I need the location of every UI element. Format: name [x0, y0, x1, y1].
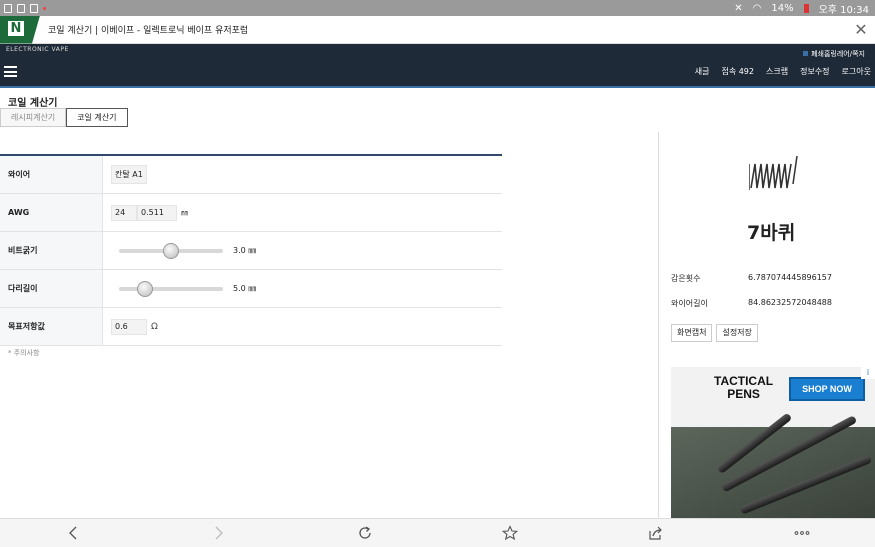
target-row: 목표저항값 0.6 Ω [0, 308, 502, 346]
notification-icon [4, 3, 12, 13]
share-icon[interactable] [583, 525, 729, 541]
close-icon[interactable]: ✕ [847, 20, 875, 39]
wire-length-stat: 와이어길이 84.86232572048488 [671, 298, 832, 309]
caution-note[interactable]: * 주의사항 [8, 348, 40, 358]
target-label: 목표저항값 [0, 308, 103, 345]
reload-icon[interactable] [292, 525, 438, 541]
ad-title-line2: PENS [727, 387, 760, 401]
awg-gauge-input[interactable]: 24 [111, 204, 137, 221]
battery-text: 14% [771, 2, 794, 14]
wire-row: 와이어 칸탈 A1 [0, 156, 502, 194]
leg-row: 다리길이 5.0 ㎜ [0, 270, 502, 308]
clock: 오후 10:34 [818, 4, 869, 16]
menu-icon[interactable] [4, 66, 17, 77]
save-settings-button[interactable]: 설정저장 [716, 324, 758, 342]
wire-length-value: 84.86232572048488 [748, 298, 832, 307]
menu-profile[interactable]: 정보수정 [800, 66, 829, 77]
browser-bottom-bar [0, 518, 875, 547]
more-icon[interactable] [729, 530, 875, 536]
awg-unit: ㎜ [181, 208, 188, 217]
wire-select[interactable]: 칸탈 A1 [111, 165, 147, 184]
awg-label: AWG [0, 194, 103, 231]
result-buttons: 화면캡처 설정저장 [671, 324, 758, 342]
tab-title: 코일 계산기 | 이베이프 - 일렉트로닉 베이프 유저포럼 [48, 26, 249, 36]
awg-diameter-input[interactable]: 0.511 [137, 204, 177, 221]
coil-icon [749, 155, 798, 190]
leg-value: 5.0 ㎜ [233, 284, 257, 293]
wifi-icon: ◠ [752, 2, 762, 14]
menu-logout[interactable]: 로그아웃 [842, 66, 871, 77]
menu-online[interactable]: 접속 492 [721, 66, 754, 77]
calculator-tabs: 레시피계산기 코일 계산기 [0, 108, 128, 127]
notification-icon [30, 3, 38, 13]
main-content: 코일 계산기 레시피계산기 코일 계산기 와이어 칸탈 A1 AWG 24 0.… [0, 86, 875, 518]
slider-thumb[interactable] [163, 242, 179, 259]
ad-shop-now-button[interactable]: SHOP NOW [789, 377, 865, 401]
slider-thumb[interactable] [136, 280, 153, 297]
coil-wraps-result: 7바퀴 [747, 222, 796, 244]
header-divider [0, 86, 875, 88]
star-icon[interactable] [437, 525, 583, 541]
tab-recipe-calculator[interactable]: 레시피계산기 [0, 108, 67, 127]
page-title: 코일 계산기 [8, 98, 58, 109]
status-bar: ✕ ◠ 14% 오후 10:34 [0, 0, 875, 16]
site-header: ELECTRONIC VAPE 폐쇄홈링레어/쪽지 새글 접속 492 스크랩 … [0, 44, 875, 86]
site-logo: N [0, 15, 40, 44]
notification-icons [0, 3, 46, 13]
notice-link[interactable]: 폐쇄홈링레어/쪽지 [803, 49, 865, 59]
browser-tab-bar: N 코일 계산기 | 이베이프 - 일렉트로닉 베이프 유저포럼 ✕ [0, 15, 875, 44]
rod-slider[interactable] [119, 242, 223, 260]
ohm-unit: Ω [151, 321, 158, 332]
top-menu: 새글 접속 492 스크랩 정보수정 로그아웃 [695, 66, 871, 77]
rod-row: 비트굵기 3.0 ㎜ [0, 232, 502, 270]
back-icon[interactable] [0, 526, 146, 540]
menu-new-posts[interactable]: 새글 [695, 66, 710, 77]
wraps-label: 감은횟수 [671, 274, 701, 283]
wire-label: 와이어 [0, 156, 103, 193]
ad-banner[interactable]: TACTICAL PENS SHOP NOW i [671, 367, 875, 518]
brand-text: ELECTRONIC VAPE [6, 46, 69, 53]
wire-length-label: 와이어길이 [671, 299, 708, 308]
ad-title: TACTICAL PENS [714, 375, 773, 401]
notification-icon [17, 3, 25, 13]
notification-dot-icon [43, 6, 46, 10]
target-resistance-input[interactable]: 0.6 [111, 318, 147, 335]
menu-scrap[interactable]: 스크랩 [766, 66, 788, 77]
forward-icon[interactable] [146, 526, 292, 540]
rod-value: 3.0 ㎜ [233, 246, 257, 255]
rod-label: 비트굵기 [0, 232, 103, 269]
leg-label: 다리길이 [0, 270, 103, 307]
tab-coil-calculator[interactable]: 코일 계산기 [66, 108, 128, 127]
wraps-value: 6.787074445896157 [748, 273, 832, 282]
leg-slider[interactable] [119, 280, 223, 298]
mute-icon: ✕ [734, 2, 743, 14]
ad-info-icon[interactable]: i [861, 367, 875, 379]
wraps-stat: 감은횟수 6.787074445896157 [671, 273, 832, 284]
awg-row: AWG 24 0.511 ㎜ [0, 194, 502, 232]
capture-button[interactable]: 화면캡처 [671, 324, 713, 342]
result-panel: 7바퀴 감은횟수 6.787074445896157 와이어길이 84.8623… [658, 132, 875, 518]
battery-icon [803, 3, 809, 13]
calculator-form: 와이어 칸탈 A1 AWG 24 0.511 ㎜ 비트굵기 3.0 ㎜ 다리길이 [0, 154, 502, 346]
